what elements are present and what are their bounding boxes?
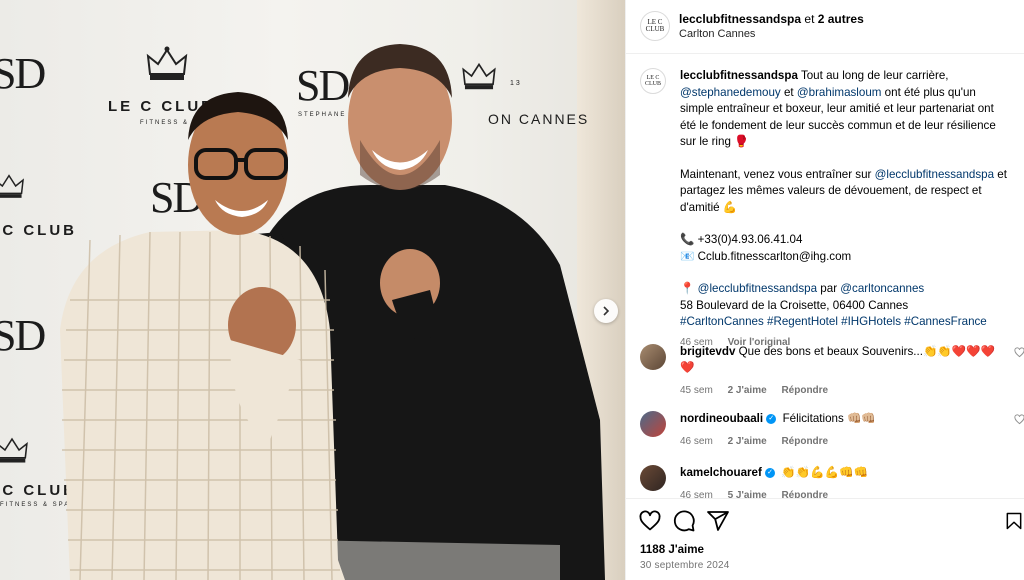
author-username[interactable]: lecclubfitnessandspa	[679, 12, 801, 26]
post-caption: lecclubfitnessandspa Tout au long de leu…	[680, 68, 1010, 351]
mention-link[interactable]: @lecclubfitnessandspa	[875, 168, 994, 181]
post-header: LE C CLUB lecclubfitnessandspa et 2 autr…	[626, 0, 1024, 54]
mention-link[interactable]: @carltoncannes	[840, 282, 924, 295]
bookmark-icon[interactable]	[1004, 509, 1024, 533]
comment-body: kamelchouaref ✓ 👏👏💪💪👊👊 46 sem 5 J'aime R…	[680, 465, 1000, 498]
caption-avatar[interactable]: LE C CLUB	[640, 68, 666, 94]
others-count-link[interactable]: 2 autres	[818, 12, 864, 26]
comment-likes[interactable]: 2 J'aime	[728, 436, 767, 447]
caption-text: Tout au long de leur carrière,	[800, 69, 949, 82]
post-side-panel: LE C CLUB lecclubfitnessandspa et 2 autr…	[625, 0, 1024, 580]
comment-heart-icon[interactable]	[1014, 414, 1024, 425]
avatar-logo-text: LE C CLUB	[644, 75, 661, 87]
comment-time: 45 sem	[680, 385, 713, 396]
chevron-right-icon	[603, 306, 610, 316]
next-photo-button[interactable]	[594, 299, 618, 323]
caption-text: et	[780, 85, 797, 99]
comment-meta: 46 sem 5 J'aime Répondre	[680, 488, 1000, 498]
caption-text: par	[817, 282, 841, 295]
comment-likes[interactable]: 2 J'aime	[728, 385, 767, 396]
comment-time: 46 sem	[680, 490, 713, 498]
comment-time: 46 sem	[680, 436, 713, 447]
share-icon[interactable]	[706, 509, 730, 533]
caption-email: 📧 Cclub.fitnesscarlton@ihg.com	[680, 249, 852, 263]
author-avatar[interactable]: LE C CLUB	[640, 11, 670, 41]
mention-link[interactable]: @brahimasloum	[797, 86, 882, 99]
verified-badge-icon: ✓	[765, 467, 776, 478]
reply-button[interactable]: Répondre	[781, 436, 828, 447]
caption-hashtags[interactable]: #CarltonCannes #RegentHotel #IHGHotels #…	[680, 314, 1010, 331]
comment-text: Félicitations 👊🏼👊🏼	[782, 412, 876, 425]
author-line: lecclubfitnessandspa et 2 autres	[679, 12, 864, 26]
commenter-avatar[interactable]	[640, 344, 666, 370]
like-count[interactable]: 1188 J'aime	[640, 543, 704, 556]
commenter-avatar[interactable]	[640, 465, 666, 491]
and-others-text: et	[804, 12, 815, 26]
post-actions: 1188 J'aime 30 septembre 2024	[626, 498, 1024, 580]
commenter-username[interactable]: brigitevdv	[680, 345, 735, 358]
caption-text: Maintenant, venez vous entraîner sur	[680, 167, 875, 181]
comment-heart-icon[interactable]	[1014, 347, 1024, 358]
comment-meta: 45 sem 2 J'aime Répondre	[680, 383, 1000, 399]
reply-button[interactable]: Répondre	[781, 490, 828, 498]
post-date[interactable]: 30 septembre 2024	[640, 560, 730, 571]
comment-body: brigitevdv Que des bons et beaux Souveni…	[680, 344, 1000, 399]
verified-badge-icon: ✓	[766, 413, 777, 424]
mention-link[interactable]: @lecclubfitnessandspa	[698, 282, 817, 295]
heart-icon[interactable]	[638, 509, 662, 533]
reply-button[interactable]: Répondre	[781, 385, 828, 396]
post-photo[interactable]: SD SD SD SD LE C CLUB FITNESS & SPA LE C…	[0, 0, 625, 580]
caption-address: 58 Boulevard de la Croisette, 06400 Cann…	[680, 298, 909, 312]
caption-username[interactable]: lecclubfitnessandspa	[680, 69, 798, 82]
commenter-avatar[interactable]	[640, 411, 666, 437]
avatar-logo-text: LE C CLUB	[645, 18, 665, 33]
location-pin-icon: 📍	[680, 282, 698, 295]
commenter-username[interactable]: kamelchouaref	[680, 466, 762, 479]
mention-link[interactable]: @stephanedemouy	[680, 86, 781, 99]
location-link[interactable]: Carlton Cannes	[679, 28, 755, 40]
comment-meta: 46 sem 2 J'aime Répondre	[680, 434, 1000, 450]
caption-phone: 📞 +33(0)4.93.06.41.04	[680, 233, 803, 246]
comment-likes[interactable]: 5 J'aime	[728, 490, 767, 498]
people-illustration	[60, 44, 605, 580]
comment-body: nordineoubaali ✓ Félicitations 👊🏼👊🏼 46 s…	[680, 411, 1000, 450]
commenter-username[interactable]: nordineoubaali	[680, 412, 763, 425]
comments-scroll-area[interactable]: LE C CLUB lecclubfitnessandspa Tout au l…	[626, 54, 1024, 498]
comment-text: 👏👏💪💪👊👊	[781, 466, 868, 479]
comment-icon[interactable]	[672, 509, 696, 533]
